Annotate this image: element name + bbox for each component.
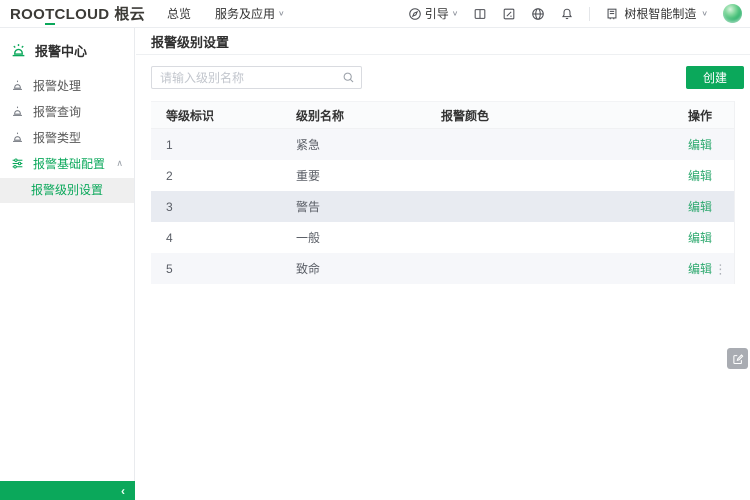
edit-link[interactable]: 编辑 [688, 138, 712, 152]
operation-cell: 编辑 [688, 167, 734, 184]
sidebar-item-alarm-base-config[interactable]: 报警基础配置 ∧ [0, 150, 134, 176]
edit-link[interactable]: 编辑 [688, 262, 712, 276]
table-row: 5 致命 编辑 ⋮ [151, 253, 734, 284]
edit-link[interactable]: 编辑 [688, 200, 712, 214]
operation-cell: 编辑 [688, 260, 734, 277]
topbar: ROOTCLOUD 根云 总览 服务及应用 ∨ 引导 ∨ [0, 0, 750, 28]
col-header-level-name: 级别名称 [296, 107, 441, 124]
notification-bell-icon[interactable] [560, 7, 574, 21]
guide-icon [408, 7, 422, 21]
chevron-up-icon[interactable]: ∧ [116, 158, 123, 169]
topbar-actions: 引导 ∨ 树根智能制造 ∨ [408, 4, 742, 23]
sidebar-header-alarm-center[interactable]: 报警中心 [0, 28, 134, 72]
level-id-cell: 1 [151, 138, 296, 152]
col-header-level-id: 等级标识 [151, 107, 296, 124]
main-content: 报警级别设置 创建 等级标识 级别名称 报警颜色 操作 1 紧急 [136, 28, 750, 500]
feedback-edit-icon [732, 353, 744, 365]
sidebar-item-alarm-process[interactable]: 报警处理 [0, 72, 134, 98]
table-row: 3 警告 编辑 ⋮ [151, 191, 734, 222]
logo-text-underlined-t: T [45, 6, 54, 25]
chevron-left-icon: ‹ [121, 485, 125, 497]
divider [589, 7, 590, 21]
nav-services-menu[interactable]: 服务及应用 ∨ [215, 5, 285, 22]
level-name-cell: 警告 [296, 198, 441, 215]
sidebar-subitem-alarm-level-settings[interactable]: 报警级别设置 [0, 178, 134, 203]
operation-cell: 编辑 [688, 198, 734, 215]
level-name-cell: 紧急 [296, 136, 441, 153]
topbar-nav: 总览 服务及应用 ∨ [167, 5, 285, 22]
operation-cell: 编辑 [688, 229, 734, 246]
sliders-icon [11, 157, 24, 170]
chevron-down-icon: ∨ [278, 9, 285, 18]
alarm-level-table: 等级标识 级别名称 报警颜色 操作 1 紧急 编辑 ⋮ [151, 101, 735, 284]
sidebar-item-alarm-query[interactable]: 报警查询 [0, 98, 134, 124]
logo-text: CLOUD [55, 6, 110, 23]
col-header-alarm-color: 报警颜色 [441, 107, 681, 124]
help-globe-icon[interactable] [531, 7, 545, 21]
user-avatar[interactable] [723, 4, 742, 23]
table-row: 2 重要 编辑 ⋮ [151, 160, 734, 191]
level-name-cell: 重要 [296, 167, 441, 184]
page-title: 报警级别设置 [151, 32, 229, 51]
alarm-siren-icon [11, 79, 24, 92]
more-options-icon[interactable]: ⋮ [714, 262, 727, 275]
level-name-cell: 一般 [296, 229, 441, 246]
alarm-siren-icon [11, 131, 24, 144]
level-id-cell: 2 [151, 169, 296, 183]
level-id-cell: 3 [151, 200, 296, 214]
edit-link[interactable]: 编辑 [688, 169, 712, 183]
org-switcher[interactable]: 树根智能制造 ∨ [605, 5, 708, 22]
level-name-cell: 致命 [296, 260, 441, 277]
sidebar-item-alarm-type[interactable]: 报警类型 [0, 124, 134, 150]
table-header-row: 等级标识 级别名称 报警颜色 操作 [151, 101, 734, 129]
feedback-fab[interactable] [727, 348, 748, 369]
table-body: 1 紧急 编辑 ⋮ 2 重要 [151, 129, 734, 284]
alarm-siren-icon [10, 42, 27, 59]
operation-cell: 编辑 [688, 136, 734, 153]
alarm-siren-icon [11, 105, 24, 118]
chevron-down-icon: ∨ [701, 9, 708, 18]
guide-menu[interactable]: 引导 ∨ [408, 5, 459, 22]
table-row: 1 紧急 编辑 ⋮ [151, 129, 734, 160]
search-box [151, 66, 362, 89]
page-titlebar: 报警级别设置 [136, 28, 750, 55]
level-id-cell: 5 [151, 262, 296, 276]
level-id-cell: 4 [151, 231, 296, 245]
col-header-operation: 操作 [688, 107, 734, 124]
create-button[interactable]: 创建 [686, 66, 744, 89]
sidebar-header-label: 报警中心 [35, 41, 87, 60]
logo-text-cn: 根云 [114, 3, 145, 24]
sidebar-collapse-bar[interactable]: ‹ [0, 481, 135, 500]
organization-icon [605, 7, 619, 21]
edit-link[interactable]: 编辑 [688, 231, 712, 245]
toolbar: 创建 [151, 66, 744, 89]
rootcloud-logo[interactable]: ROOTCLOUD 根云 [10, 3, 145, 25]
nav-overview[interactable]: 总览 [167, 5, 191, 22]
layout-columns-icon[interactable] [473, 7, 487, 21]
logo-text: ROO [10, 6, 45, 23]
search-input[interactable] [151, 66, 362, 89]
table-row: 4 一般 编辑 ⋮ [151, 222, 734, 253]
search-icon[interactable] [342, 71, 355, 84]
workorder-icon[interactable] [502, 7, 516, 21]
chevron-down-icon: ∨ [452, 9, 459, 18]
sidebar: 报警中心 报警处理 报警查询 报警类型 报警基础配置 ∧ 报警级别设置 ‹ [0, 28, 135, 500]
